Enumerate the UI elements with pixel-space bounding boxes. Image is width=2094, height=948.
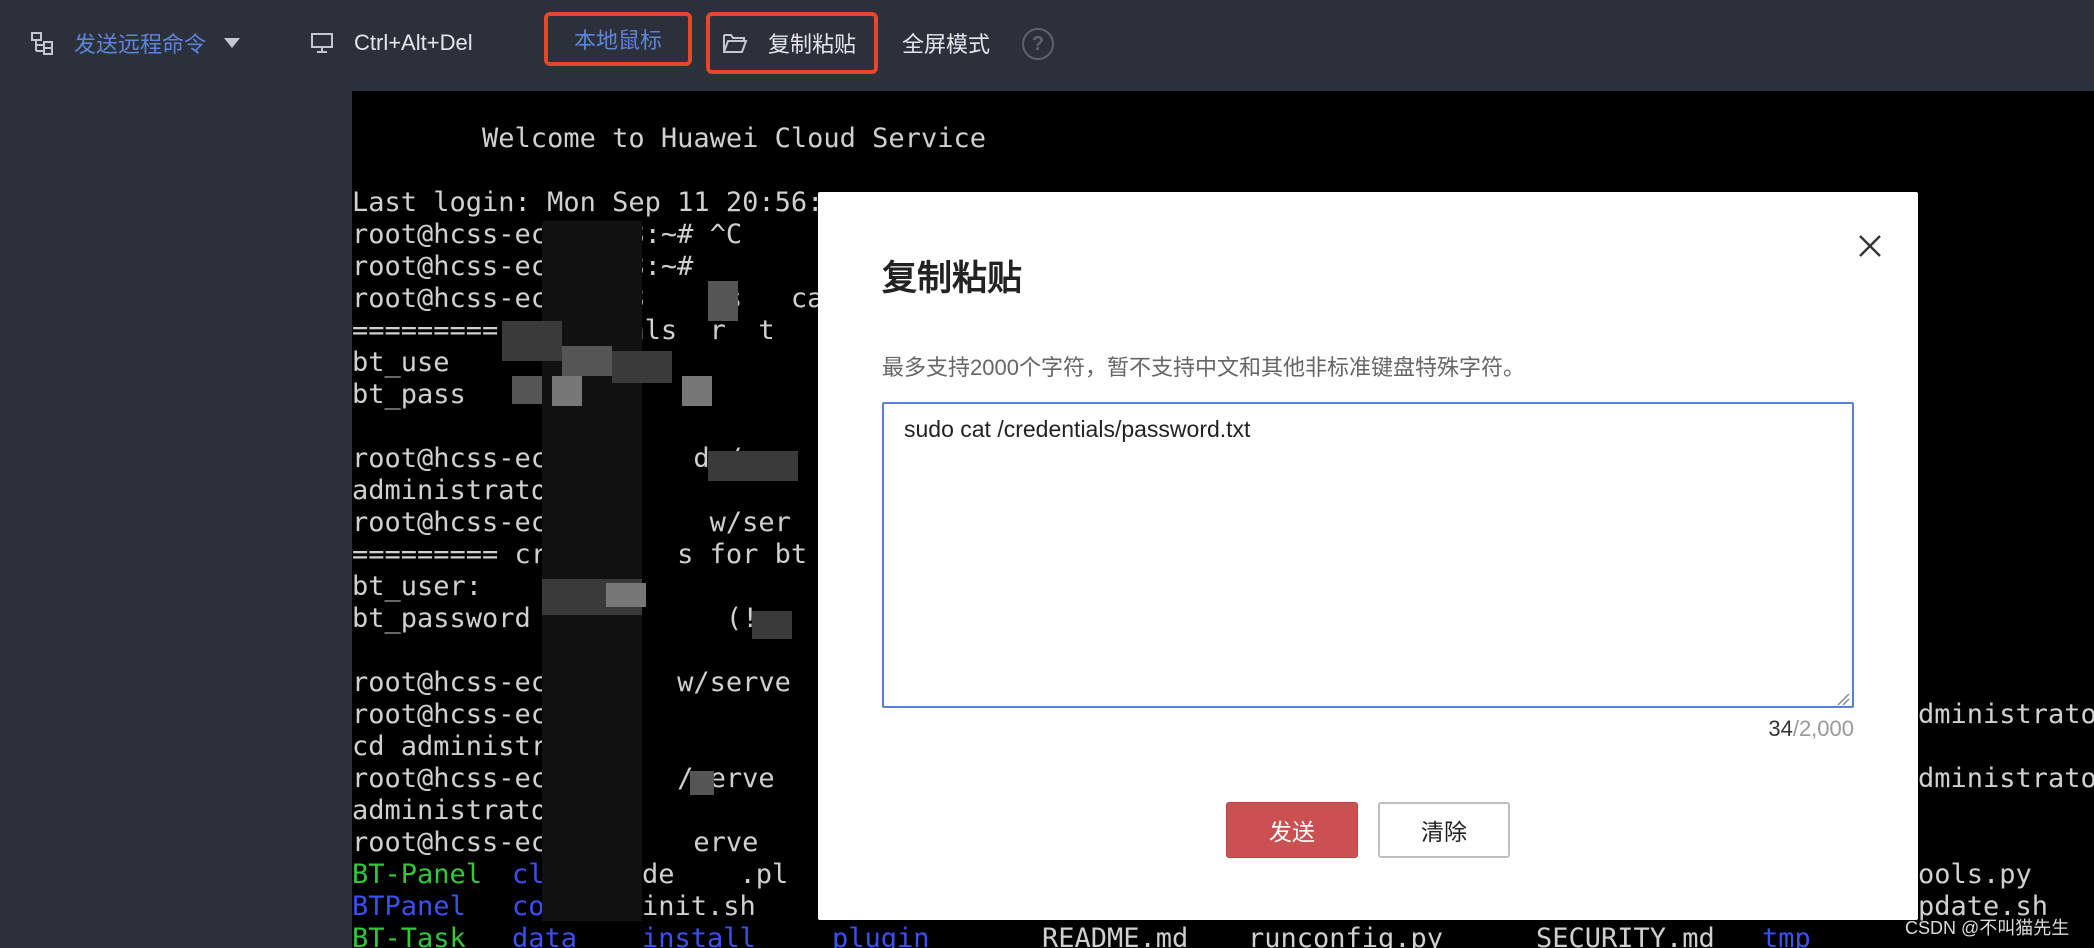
terminal-dir-entry: install <box>642 923 756 948</box>
help-icon[interactable]: ? <box>1022 28 1054 60</box>
resize-handle-icon[interactable] <box>1834 690 1850 706</box>
redaction-mosaic <box>708 281 738 321</box>
copy-paste-label: 复制粘贴 <box>768 32 857 57</box>
dialog-title: 复制粘贴 <box>882 259 1023 298</box>
paste-textarea[interactable]: sudo cat /credentials/password.txt <box>882 402 1854 708</box>
send-button[interactable]: 发送 <box>1226 802 1358 858</box>
terminal-fragment: dministrator <box>1918 699 2094 730</box>
console-toolbar: 发送远程命令 Ctrl+Alt+Del 本地鼠标 复制粘贴 全屏模式 ? <box>0 0 2094 91</box>
send-remote-command-menu[interactable]: 发送远程命令 <box>30 24 241 62</box>
redaction-mosaic <box>682 376 712 406</box>
redaction-mosaic <box>690 771 714 795</box>
terminal-fragment: ools.py <box>1918 859 2032 890</box>
character-count: 34 <box>1768 716 1793 741</box>
local-mouse-button[interactable]: 本地鼠标 <box>544 12 692 66</box>
local-mouse-label: 本地鼠标 <box>573 28 662 53</box>
terminal-line: Welcome to Huawei Cloud Service <box>352 123 986 154</box>
redaction-mosaic <box>606 583 646 607</box>
terminal-dir-entry: BTPanel <box>352 891 466 922</box>
redaction-mosaic <box>502 321 562 361</box>
ctrl-alt-del-label: Ctrl+Alt+Del <box>354 30 473 55</box>
terminal-dir-entry: BT-Task <box>352 923 466 948</box>
terminal-line: administrator <box>352 475 564 506</box>
send-remote-command-label: 发送远程命令 <box>74 32 207 57</box>
redaction-mosaic <box>708 451 738 481</box>
help-glyph: ? <box>1031 32 1045 55</box>
copy-paste-dialog: 复制粘贴 最多支持2000个字符，暂不支持中文和其他非标准键盘特殊字符。 sud… <box>818 192 1918 920</box>
terminal-dir-entry: data <box>512 923 578 948</box>
chevron-down-icon <box>224 38 241 48</box>
redaction-mosaic <box>738 451 798 481</box>
redaction-mosaic <box>752 611 792 639</box>
dialog-hint: 最多支持2000个字符，暂不支持中文和其他非标准键盘特殊字符。 <box>882 355 1525 380</box>
fullscreen-label: 全屏模式 <box>902 32 991 57</box>
copy-paste-button[interactable]: 复制粘贴 <box>706 12 878 74</box>
terminal-dir-entry: tmp <box>1762 923 1811 948</box>
fullscreen-button[interactable]: 全屏模式 <box>902 24 990 62</box>
watermark: CSDN @不叫猫先生 <box>1905 918 2070 938</box>
redaction-mosaic <box>562 346 612 376</box>
terminal-file-entry: SECURITY.md <box>1536 923 1715 948</box>
terminal-line: bt_pass <box>352 379 466 410</box>
ctrl-alt-del-button[interactable]: Ctrl+Alt+Del <box>310 24 473 62</box>
left-panel <box>0 91 352 948</box>
terminal-line: Last login: Mon Sep 11 20:56: <box>352 187 824 218</box>
terminal-dir-entry: plugin <box>832 923 930 948</box>
redaction-mosaic <box>512 376 542 404</box>
clear-button[interactable]: 清除 <box>1378 802 1510 858</box>
terminal-file-entry: de .pl <box>642 859 789 890</box>
terminal-file-entry: README.md <box>1042 923 1189 948</box>
terminal-line: administrator <box>352 795 564 826</box>
redaction-mosaic <box>612 351 672 383</box>
character-counter: 34/2,000 <box>1718 716 1854 742</box>
terminal-dir-entry: BT-Panel <box>352 859 483 890</box>
folder-icon <box>722 32 748 54</box>
terminal-line: bt_user: <box>352 571 483 602</box>
terminal-file-entry: runconfig.py <box>1248 923 1444 948</box>
terminal-line: root@hcss-ecs-06c8:~# <box>352 251 694 282</box>
terminal-file-entry: init.sh <box>642 891 756 922</box>
remote-command-icon <box>30 31 54 55</box>
terminal-fragment: dministrator <box>1918 763 2094 794</box>
redaction-mosaic <box>552 376 582 406</box>
monitor-icon <box>310 31 334 55</box>
close-icon[interactable] <box>1850 226 1890 266</box>
character-limit: /2,000 <box>1792 716 1854 741</box>
